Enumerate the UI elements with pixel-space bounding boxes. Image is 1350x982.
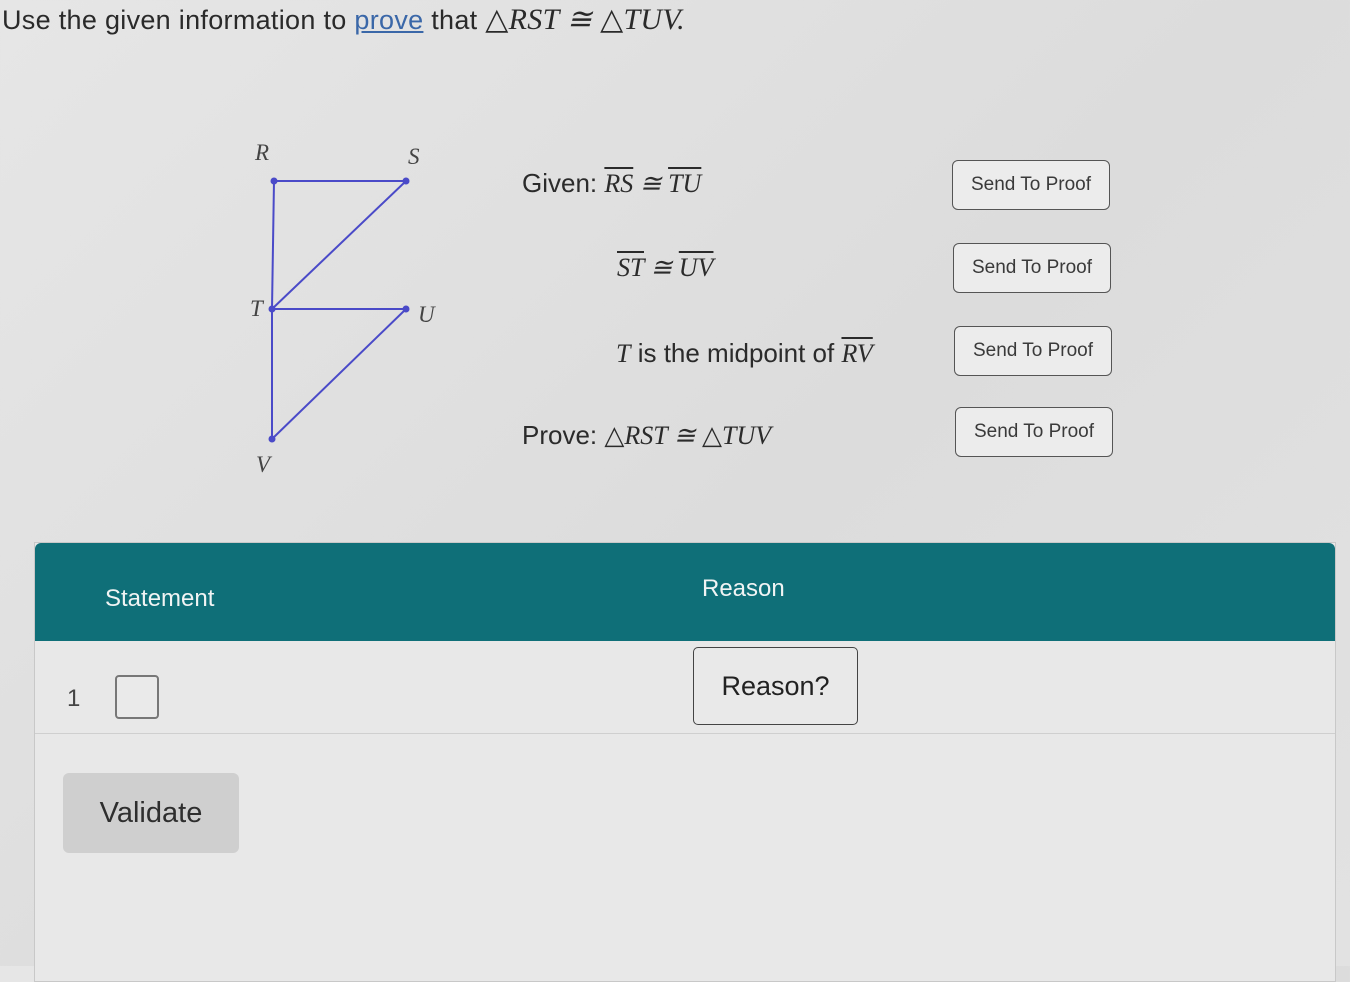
point-s bbox=[402, 177, 410, 185]
triangle-diagram: R S T U V bbox=[250, 140, 436, 477]
label-s: S bbox=[408, 144, 420, 169]
instruction-prefix: Use the given information to bbox=[2, 5, 355, 35]
prove-line: Prove: △RST ≅ △TUV bbox=[522, 420, 771, 451]
send-to-proof-button-1[interactable]: Send To Proof bbox=[952, 160, 1110, 210]
segment-tu-text: TU bbox=[668, 169, 702, 198]
prove-statement: △RST ≅ △TUV bbox=[604, 421, 772, 450]
given-label: Given: bbox=[522, 168, 605, 198]
send-to-proof-button-4[interactable]: Send To Proof bbox=[955, 407, 1113, 457]
point-u bbox=[402, 305, 410, 313]
label-r: R bbox=[254, 140, 269, 165]
prove-label: Prove: bbox=[522, 420, 605, 450]
row-number: 1 bbox=[67, 685, 81, 712]
send-to-proof-button-2[interactable]: Send To Proof bbox=[953, 243, 1111, 293]
segment-rt bbox=[271, 180, 275, 310]
statement-input[interactable] bbox=[115, 675, 159, 719]
segment-st-text: ST bbox=[617, 253, 644, 282]
triangle-tuv: △TUV. bbox=[600, 3, 685, 36]
label-u: U bbox=[418, 302, 436, 327]
segment-rs-text: RS bbox=[604, 169, 634, 198]
diagram-lines bbox=[271, 180, 407, 440]
send-to-proof-button-3[interactable]: Send To Proof bbox=[954, 326, 1112, 376]
point-t-text: T bbox=[616, 339, 631, 368]
label-t: T bbox=[250, 296, 265, 321]
given-line-1: Given: RS ≅ TU bbox=[522, 168, 701, 199]
instruction-middle: that bbox=[423, 5, 486, 35]
given-line-2: ST ≅ UV bbox=[617, 252, 713, 283]
statement-header: Statement bbox=[105, 585, 215, 612]
segment-uv-text: UV bbox=[678, 253, 714, 282]
point-r bbox=[270, 177, 278, 185]
congruent-symbol: ≅ bbox=[644, 253, 679, 282]
segment-rv-text: RV bbox=[841, 339, 873, 368]
table-row: 1 Reason? bbox=[35, 641, 1335, 734]
table-header: Statement Reason bbox=[35, 543, 1335, 641]
instruction-text: Use the given information to prove that … bbox=[2, 2, 685, 37]
segment-st bbox=[271, 180, 407, 310]
given-line-3: T is the midpoint of RV bbox=[616, 338, 873, 369]
reason-button[interactable]: Reason? bbox=[693, 647, 858, 725]
reason-header: Reason bbox=[702, 575, 785, 602]
triangle-rst: △RST bbox=[485, 3, 560, 36]
midpoint-text: is the midpoint of bbox=[630, 338, 842, 368]
congruent-symbol: ≅ bbox=[633, 169, 669, 198]
congruent-symbol: ≅ bbox=[559, 3, 601, 36]
segment-uv bbox=[271, 308, 407, 440]
point-t bbox=[268, 305, 276, 313]
label-v: V bbox=[256, 452, 273, 477]
validate-button[interactable]: Validate bbox=[63, 773, 239, 853]
prove-link[interactable]: prove bbox=[354, 5, 423, 35]
point-v bbox=[268, 435, 276, 443]
proof-table: Statement Reason 1 Reason? Validate bbox=[34, 542, 1336, 982]
